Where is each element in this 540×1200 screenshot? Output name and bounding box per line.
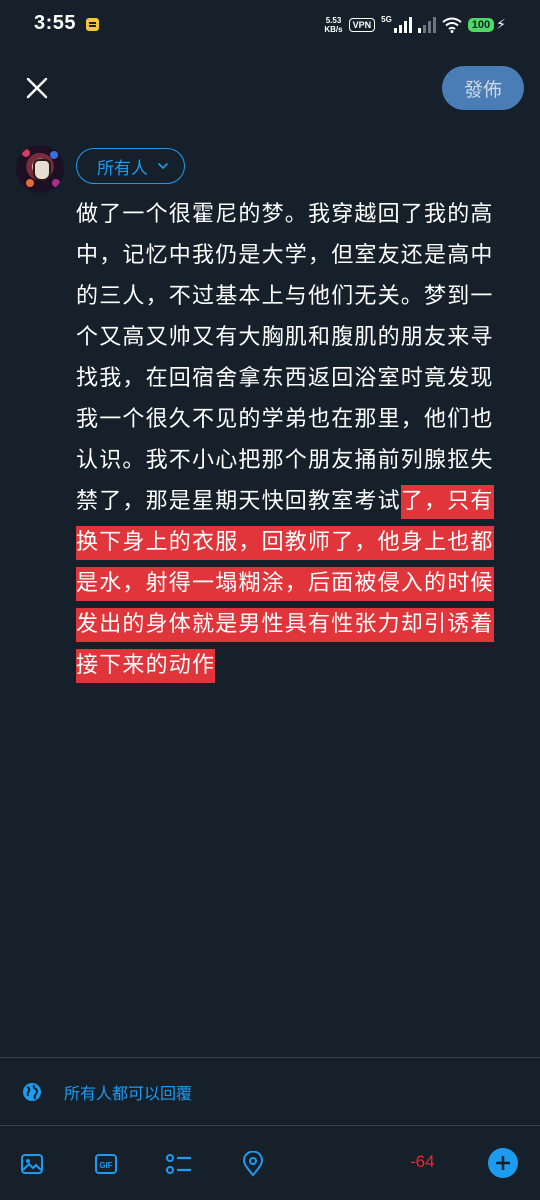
- status-time: 3:55: [34, 12, 77, 34]
- globe-icon: [23, 1083, 41, 1101]
- image-button[interactable]: [18, 1150, 46, 1178]
- network-speed-value: 5.53: [325, 16, 342, 25]
- network-speed-unit: KB/s: [324, 25, 343, 34]
- poll-icon: [166, 1154, 191, 1174]
- network-speed: 5.53 KB/s: [324, 16, 342, 34]
- wifi-icon: [442, 17, 462, 33]
- composer-toolbar: GIF: [0, 1125, 540, 1200]
- close-icon: [26, 77, 48, 99]
- battery-indicator: 100: [467, 18, 495, 32]
- gif-button[interactable]: GIF: [92, 1150, 120, 1178]
- tweet-text-input[interactable]: 做了一个很霍尼的梦。我穿越回了我的高中，记忆中我仍是大学，但室友还是高中的三人，…: [76, 194, 508, 686]
- vpn-badge: VPN: [348, 18, 376, 32]
- poll-button[interactable]: [165, 1150, 193, 1178]
- status-icons: 5.53 KB/s VPN 5G 100 ⚡: [324, 13, 506, 37]
- notification-icon: [86, 18, 99, 31]
- location-button[interactable]: [239, 1150, 267, 1178]
- chevron-down-icon: [158, 163, 168, 170]
- tweet-text-over-limit: 了，只有换下身上的衣服，回教师了，他身上也都是水，射得一塌糊涂，后面被侵入的时候…: [76, 485, 494, 683]
- add-icon: [496, 1156, 510, 1170]
- reply-setting-label: 所有人都可以回覆: [64, 1084, 193, 1103]
- close-button[interactable]: [20, 71, 54, 105]
- network-type: 5G: [381, 14, 392, 24]
- audience-selector[interactable]: 所有人: [76, 148, 185, 184]
- avatar[interactable]: [16, 145, 64, 193]
- image-icon: [21, 1154, 43, 1174]
- tweet-text-within-limit: 做了一个很霍尼的梦。我穿越回了我的高中，记忆中我仍是大学，但室友还是高中的三人，…: [76, 202, 494, 514]
- signal-sim2-icon: [417, 17, 436, 33]
- status-bar: 3:55 5.53 KB/s VPN 5G 100 ⚡: [0, 0, 540, 50]
- gif-icon: GIF: [95, 1154, 117, 1174]
- gif-icon-text: GIF: [99, 1161, 112, 1170]
- character-counter: -64: [410, 1152, 435, 1171]
- audience-label: 所有人: [97, 158, 148, 179]
- post-button[interactable]: 發佈: [442, 66, 524, 110]
- charging-icon: ⚡: [496, 17, 506, 33]
- divider: [0, 1057, 540, 1058]
- location-icon: [242, 1151, 264, 1177]
- signal-icon: [393, 17, 412, 33]
- add-thread-button[interactable]: [488, 1148, 518, 1178]
- reply-setting-button[interactable]: 所有人都可以回覆: [22, 1080, 192, 1104]
